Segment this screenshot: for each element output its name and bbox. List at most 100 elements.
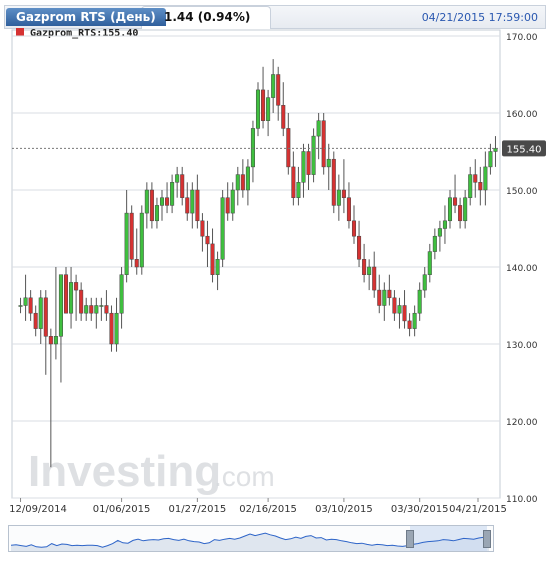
candle-body: [58, 274, 63, 337]
navigator-overview: [10, 526, 490, 551]
x-tick-label: 01/06/2015: [93, 504, 151, 515]
candle-body: [165, 197, 170, 206]
candle-body: [89, 305, 94, 314]
candle-body: [326, 158, 331, 168]
candle-body: [341, 189, 346, 198]
candle-body: [483, 166, 488, 191]
candle-body: [316, 120, 321, 137]
candle-body: [18, 305, 23, 307]
candle-body: [392, 297, 397, 314]
candle-body: [422, 274, 427, 291]
y-tick-label: 160.00: [506, 110, 538, 120]
legend-swatch: [16, 28, 24, 36]
candle-body: [23, 297, 28, 306]
candle-body: [48, 336, 53, 345]
candle-body: [331, 158, 336, 206]
candle-body: [286, 128, 291, 168]
range-navigator[interactable]: [8, 525, 494, 552]
candle-body: [159, 197, 165, 206]
candle-body: [205, 235, 210, 245]
candle-body: [271, 74, 276, 98]
candle-body: [306, 151, 311, 175]
x-tick-label: 03/10/2015: [315, 504, 373, 515]
candle-body: [437, 228, 442, 237]
candle-body: [63, 274, 69, 314]
candle-body: [447, 197, 453, 222]
candle-body: [402, 305, 407, 322]
candle-body: [463, 197, 468, 222]
y-tick-label: 170.00: [506, 33, 538, 43]
watermark-brand: Investing: [28, 447, 221, 496]
navigator-right-handle[interactable]: [483, 530, 491, 548]
candle-body: [301, 151, 306, 183]
candle-body: [377, 289, 382, 306]
candle-body: [33, 312, 38, 329]
candle-body: [124, 212, 129, 275]
candle-body: [407, 320, 412, 329]
candle-body: [458, 205, 463, 222]
candle-body: [468, 174, 473, 198]
candle-body: [261, 89, 266, 121]
candle-body: [195, 189, 200, 222]
candle-body: [321, 120, 326, 168]
candle-body: [276, 74, 281, 106]
candle-body: [215, 259, 220, 275]
candle-body: [427, 251, 432, 275]
y-tick-label: 110.00: [506, 495, 538, 505]
candle-body: [154, 205, 159, 222]
candle-body: [291, 166, 296, 198]
candle-body: [478, 182, 483, 191]
candle-body: [230, 189, 235, 214]
candle-body: [69, 282, 74, 314]
candle-body: [139, 212, 144, 268]
candle-body: [225, 197, 230, 214]
candle-body: [84, 305, 89, 314]
candle-body: [473, 174, 478, 183]
candle-body: [296, 182, 301, 198]
legend-label: Gazprom_RTS:155.40: [30, 28, 138, 39]
watermark-suffix: .com: [214, 461, 275, 492]
y-tick-label: 150.00: [506, 187, 538, 197]
navigator-left-handle[interactable]: [406, 530, 414, 548]
candle-body: [453, 197, 458, 206]
candle-body: [144, 189, 149, 214]
candle-body: [382, 289, 387, 306]
candle-body: [119, 274, 124, 314]
candle-body: [190, 189, 195, 214]
candle-body: [367, 266, 372, 275]
candle-body: [220, 197, 225, 260]
candle-body: [185, 197, 190, 214]
x-tick-label: 01/27/2015: [169, 504, 227, 515]
candle-body: [28, 297, 33, 314]
candle-body: [281, 105, 286, 129]
x-tick-label: 04/21/2015: [449, 504, 507, 515]
candle-body: [134, 259, 139, 268]
candle-body: [346, 197, 351, 222]
candle-body: [311, 135, 316, 175]
candle-body: [114, 312, 119, 345]
candle-body: [235, 174, 240, 191]
candle-body: [351, 220, 357, 237]
y-tick-label: 130.00: [506, 341, 538, 351]
candle-body: [129, 212, 134, 260]
candle-body: [336, 189, 341, 206]
candle-body: [53, 336, 58, 345]
candle-body: [250, 128, 255, 168]
candle-body: [175, 174, 180, 183]
candle-body: [99, 305, 104, 307]
candle-body: [417, 289, 422, 314]
candle-body: [109, 312, 114, 345]
candle-body: [245, 166, 250, 191]
candle-body: [372, 266, 377, 291]
candlestick-chart[interactable]: Gazprom_RTS:155.40 110.00 120.00 130.00 140.…: [4, 0, 550, 520]
candle-body: [240, 174, 245, 191]
candle-body: [104, 305, 109, 314]
candle-body: [74, 282, 79, 291]
candle-body: [397, 305, 402, 314]
x-tick-label: 03/30/2015: [391, 504, 449, 515]
candle-body: [412, 312, 417, 329]
candle-body: [362, 259, 367, 275]
x-tick-label: 12/09/2014: [9, 504, 67, 515]
candle-body: [79, 289, 84, 314]
candle-body: [149, 189, 154, 222]
